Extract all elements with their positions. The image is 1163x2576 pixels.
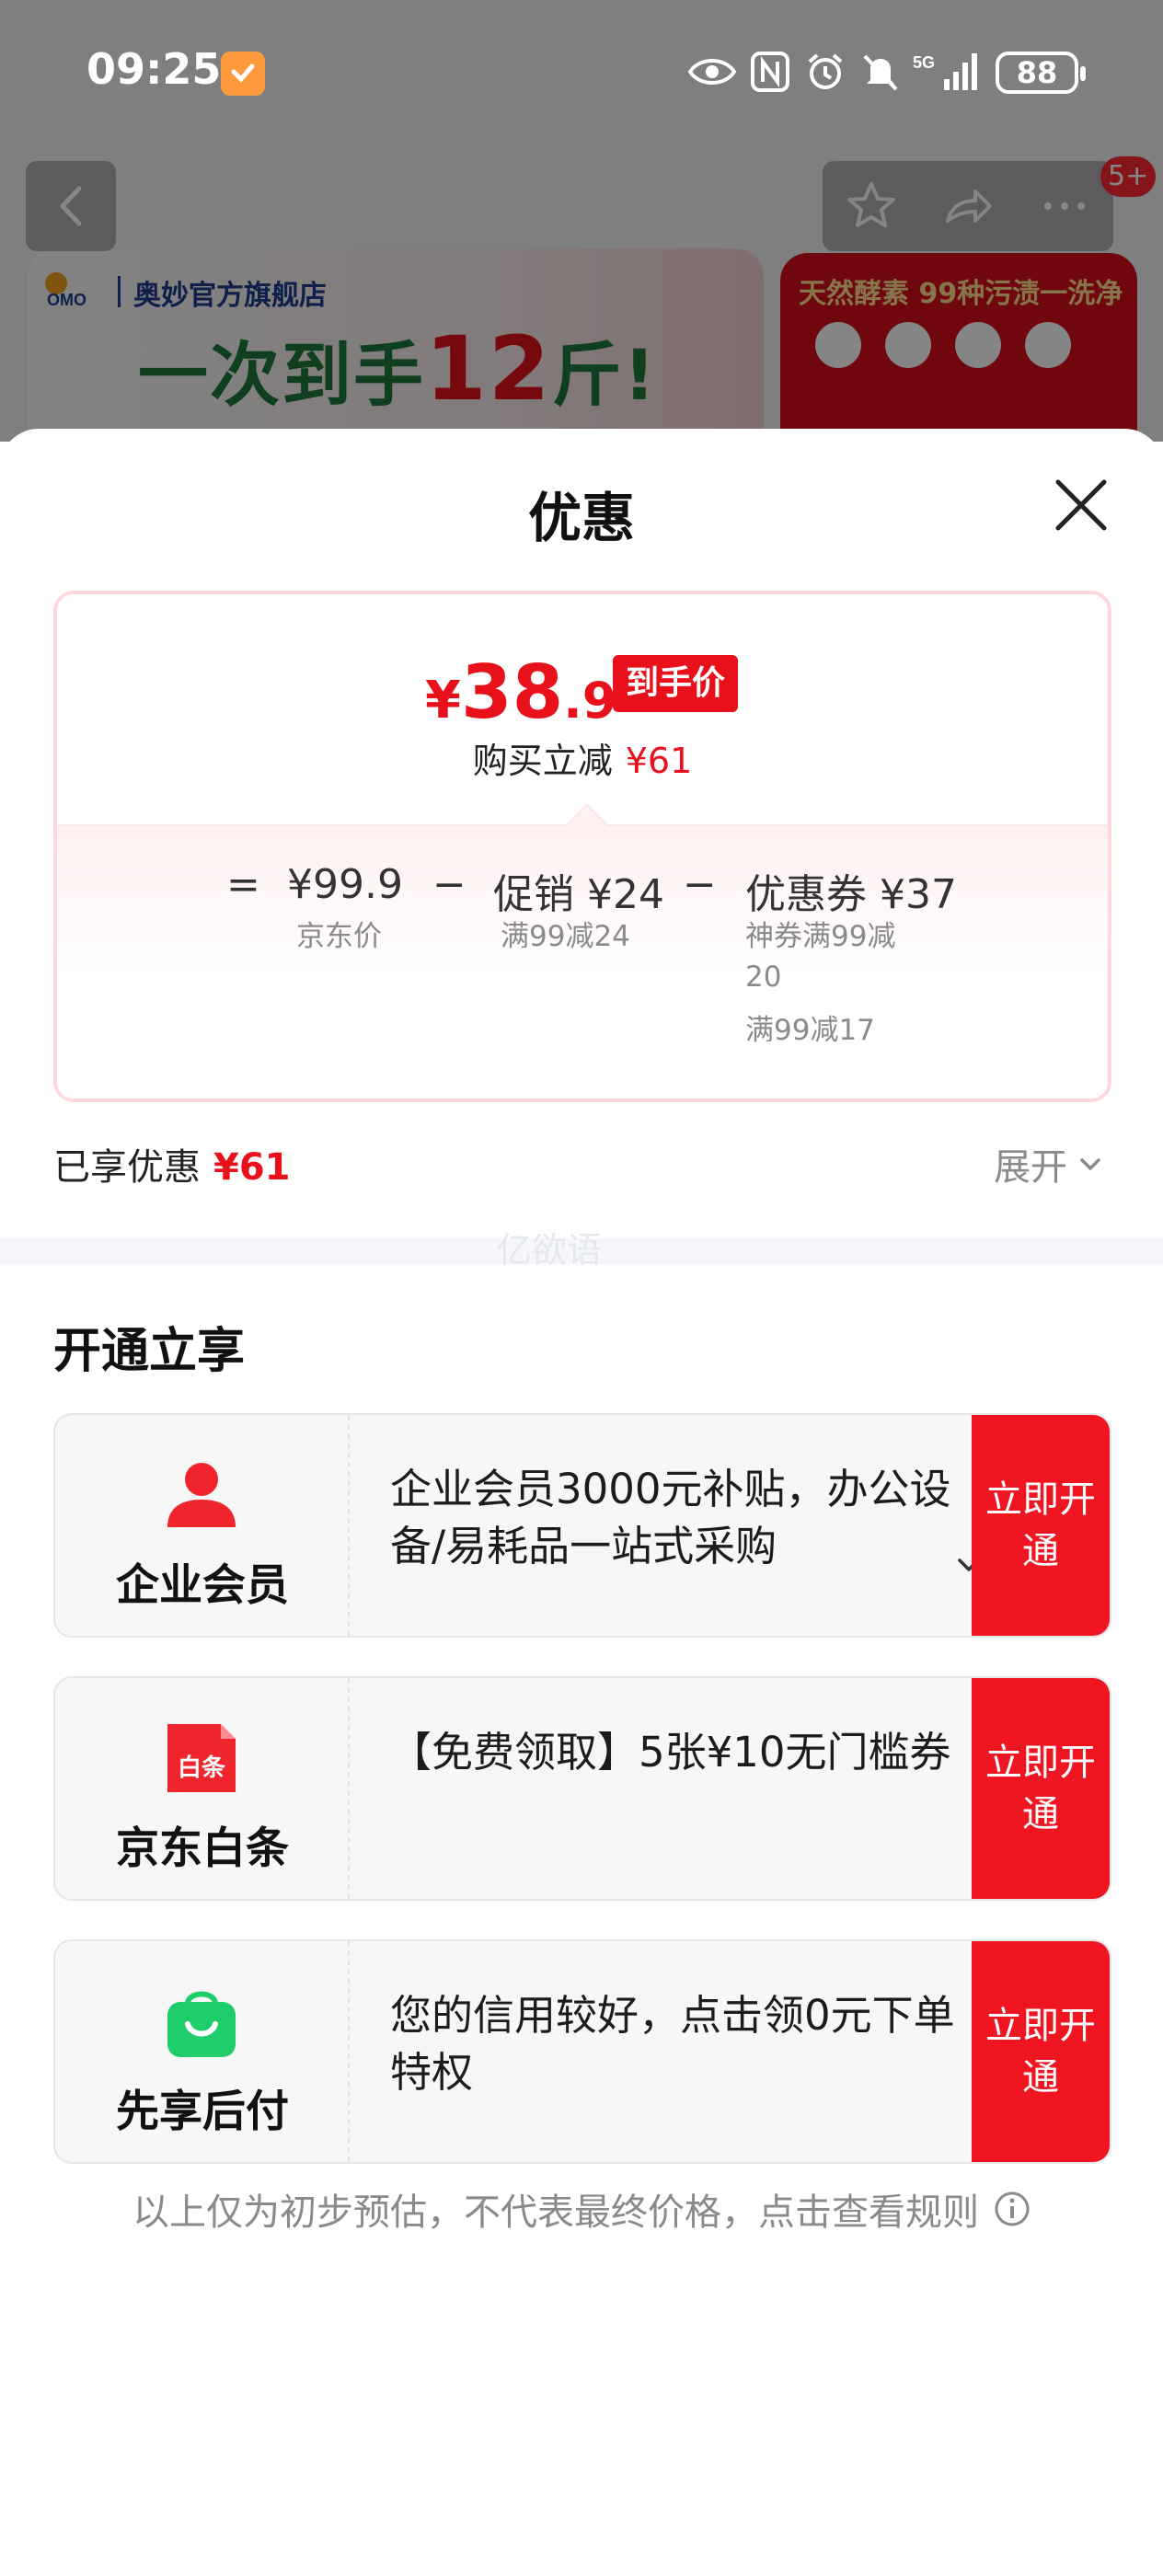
alarm-icon xyxy=(804,48,846,96)
offer-card-enterprise[interactable]: 企业会员 企业会员3000元补贴，办公设备/易耗品一站式采购 立即开通 xyxy=(53,1413,1111,1638)
signal-icon: 5G xyxy=(913,48,985,96)
section-title: 开通立享 xyxy=(53,1324,246,1379)
final-price: ¥38.9 xyxy=(425,650,617,735)
offer-name: 先享后付 xyxy=(116,2087,289,2137)
shopping-bag-icon xyxy=(162,1982,241,2061)
status-bar: 09:25 5G 88 xyxy=(0,0,1163,147)
base-price-label: 京东价 xyxy=(296,920,382,953)
discount-sheet: 优惠 ¥38.9 到手价 购买立减 ¥61 = ¥99.9 京东价 − 促销 ¥2… xyxy=(0,429,1163,2576)
svg-text:5G: 5G xyxy=(913,53,935,72)
svg-text:白条: 白条 xyxy=(178,1754,226,1782)
coupon-detail: 神券满99减20 xyxy=(745,920,896,994)
offer-card-baitiao[interactable]: 白条 京东白条 【免费领取】5张¥10无门槛券 立即开通 xyxy=(53,1676,1111,1901)
activate-button[interactable]: 立即开通 xyxy=(972,1941,1110,2162)
expand-button[interactable]: 展开 xyxy=(994,1137,1104,1190)
status-time: 09:25 xyxy=(86,44,222,94)
minus-sign: − xyxy=(432,861,466,908)
offer-description: 【免费领取】5张¥10无门槛券 xyxy=(390,1728,951,1777)
baitiao-icon: 白条 xyxy=(162,1719,241,1798)
sheet-title: 优惠 xyxy=(527,487,635,549)
watermark: 亿欲语 xyxy=(497,1230,603,1271)
promo-price: 促销 ¥24 xyxy=(493,871,664,918)
enjoyed-discount: 已享优惠 ¥61 xyxy=(53,1146,291,1189)
close-icon xyxy=(1055,479,1107,531)
offer-name: 企业会员 xyxy=(116,1560,289,1611)
offer-name: 京东白条 xyxy=(116,1823,289,1874)
final-price-tag: 到手价 xyxy=(613,655,739,712)
battery-indicator: 88 xyxy=(996,52,1086,94)
price-breakdown-card: ¥38.9 到手价 购买立减 ¥61 = ¥99.9 京东价 − 促销 ¥24 满… xyxy=(53,591,1111,1102)
offer-description: 您的信用较好，点击领0元下单特权 xyxy=(390,1991,955,2097)
chevron-down-icon xyxy=(1080,1158,1100,1170)
nfc-icon xyxy=(749,48,791,96)
offer-card-pay-later[interactable]: 先享后付 您的信用较好，点击领0元下单特权 立即开通 xyxy=(53,1939,1111,2164)
offer-description: 企业会员3000元补贴，办公设备/易耗品一站式采购 xyxy=(390,1465,951,1570)
coupon-price: 优惠券 ¥37 xyxy=(745,871,957,918)
minus-sign: − xyxy=(683,861,717,908)
eye-icon xyxy=(686,48,738,96)
equals-sign: = xyxy=(226,861,260,908)
activate-button[interactable]: 立即开通 xyxy=(972,1415,1110,1636)
mute-icon xyxy=(859,48,902,96)
person-icon xyxy=(162,1455,241,1535)
coupon-detail: 满99减17 xyxy=(745,1014,875,1047)
info-icon xyxy=(995,2191,1030,2226)
promo-detail: 满99减24 xyxy=(501,920,630,953)
base-price: ¥99.9 xyxy=(287,861,403,908)
instant-reduction: 购买立减 ¥61 xyxy=(472,741,693,781)
rules-link[interactable]: 以上仅为初步预估，不代表最终价格，点击查看规则 xyxy=(0,2182,1163,2236)
app-notification-icon xyxy=(221,52,265,96)
close-button[interactable] xyxy=(1049,473,1113,537)
activate-button[interactable]: 立即开通 xyxy=(972,1678,1110,1899)
